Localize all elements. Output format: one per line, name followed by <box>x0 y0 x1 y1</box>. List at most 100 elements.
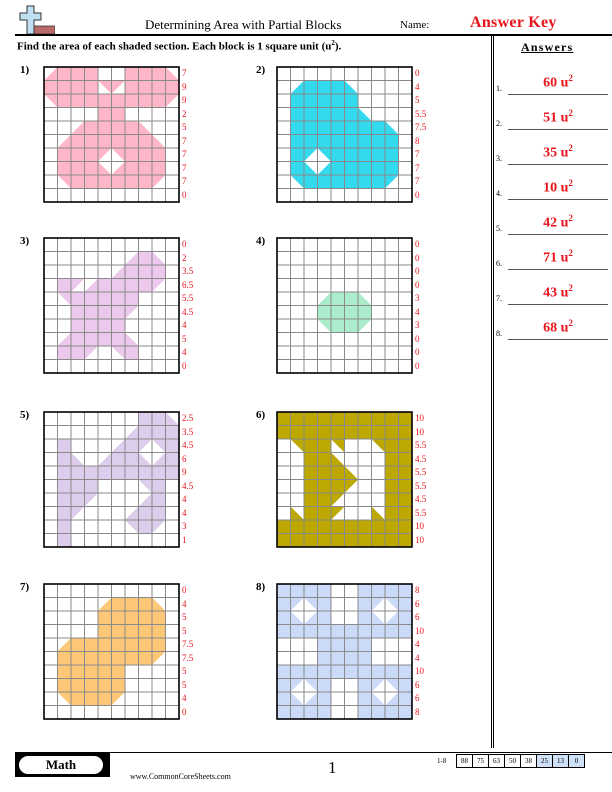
shaded-cell <box>71 292 85 306</box>
shaded-cell <box>317 597 331 611</box>
shaded-cell <box>385 425 399 439</box>
shaded-cell <box>290 425 304 439</box>
shaded-cell <box>98 466 112 480</box>
shaded-cell <box>344 412 358 426</box>
shaded-cell <box>304 134 318 148</box>
area-grid <box>43 583 180 720</box>
answer-value[interactable]: 42 u2 <box>508 213 608 232</box>
shaded-cell <box>125 651 139 665</box>
shaded-cell <box>290 121 304 135</box>
shaded-cell <box>304 466 318 480</box>
shaded-cell <box>71 278 85 292</box>
shaded-cell <box>111 638 125 652</box>
shaded-cell <box>98 161 112 175</box>
shaded-cell <box>71 638 85 652</box>
shaded-cell <box>57 651 71 665</box>
answer-value[interactable]: 35 u2 <box>508 143 608 162</box>
shaded-cell <box>304 425 318 439</box>
shaded-cell <box>84 175 98 189</box>
shaded-cell <box>71 692 85 706</box>
row-sum: 5 <box>182 122 187 132</box>
shaded-cell <box>152 466 166 480</box>
shaded-cell <box>344 134 358 148</box>
shaded-cell <box>138 67 152 81</box>
shaded-cell <box>317 678 331 692</box>
shaded-cell <box>71 665 85 679</box>
answer-value-text: 68 <box>543 321 558 336</box>
shaded-cell <box>125 121 139 135</box>
row-sum: 6 <box>415 693 420 703</box>
shaded-cell <box>385 161 399 175</box>
answer-value-text: 43 <box>543 286 558 301</box>
row-sum: 4.5 <box>415 453 427 464</box>
answer-value[interactable]: 60 u2 <box>508 73 608 92</box>
shaded-cell <box>138 161 152 175</box>
row-sum: 2 <box>182 252 187 263</box>
shaded-cell <box>165 439 179 453</box>
shaded-cell <box>111 292 125 306</box>
instructions-tail: ). <box>334 40 342 53</box>
shaded-cell <box>371 705 385 719</box>
answer-number: 3. <box>496 154 502 163</box>
shaded-cell <box>98 678 112 692</box>
shaded-cell <box>84 292 98 306</box>
score-cell: 88 <box>456 754 473 768</box>
site-link[interactable]: www.CommonCoreSheets.com <box>130 772 231 781</box>
answer-value[interactable]: 68 u2 <box>508 318 608 337</box>
shaded-cell <box>371 520 385 534</box>
shaded-cell <box>317 651 331 665</box>
shaded-cell <box>331 493 345 507</box>
shaded-cell <box>290 692 304 706</box>
shaded-cell <box>358 678 372 692</box>
answer-value[interactable]: 10 u2 <box>508 178 608 197</box>
score-cell: 63 <box>488 754 505 768</box>
shaded-cell <box>111 692 125 706</box>
shaded-cell <box>71 466 85 480</box>
shaded-cell <box>331 175 345 189</box>
row-sum: 0 <box>415 252 420 263</box>
shaded-cell <box>358 148 372 162</box>
shaded-cell <box>331 520 345 534</box>
shaded-cell <box>304 584 318 598</box>
name-value[interactable]: Answer Key <box>470 14 557 32</box>
shaded-cell <box>304 597 318 611</box>
shaded-cell <box>385 466 399 480</box>
shaded-cell <box>111 175 125 189</box>
answer-unit-exp: 2 <box>568 178 573 189</box>
row-sum: 2.5 <box>182 413 194 423</box>
answer-value[interactable]: 43 u2 <box>508 283 608 302</box>
row-sum: 9 <box>182 467 187 477</box>
answer-row: 1. 60 u2 <box>496 71 608 95</box>
shaded-cell <box>290 624 304 638</box>
answer-value[interactable]: 71 u2 <box>508 248 608 267</box>
shaded-cell <box>344 107 358 121</box>
shaded-cell <box>385 175 399 189</box>
shaded-cell <box>290 148 304 162</box>
shaded-cell <box>165 466 179 480</box>
row-sum: 7.5 <box>182 652 194 663</box>
shaded-cell <box>371 533 385 547</box>
shaded-cell <box>371 412 385 426</box>
answer-value[interactable]: 51 u2 <box>508 108 608 127</box>
shaded-cell <box>344 638 358 652</box>
shaded-cell <box>152 611 166 625</box>
shaded-cell <box>385 412 399 426</box>
shaded-cell <box>304 107 318 121</box>
row-sum: 0 <box>415 333 420 344</box>
shaded-cell <box>98 134 112 148</box>
row-sum: 0 <box>182 239 187 249</box>
shaded-cell <box>57 278 71 292</box>
shaded-cell <box>304 121 318 135</box>
page-number: 1 <box>328 758 337 777</box>
shaded-cell <box>358 638 372 652</box>
shaded-cell <box>152 148 166 162</box>
area-grid <box>276 66 413 203</box>
shaded-cell <box>84 638 98 652</box>
shaded-cell <box>398 705 412 719</box>
shaded-cell <box>331 94 345 108</box>
shaded-cell <box>152 265 166 279</box>
answer-unit-exp: 2 <box>568 213 573 224</box>
shaded-cell <box>290 520 304 534</box>
answer-row: 4. 10 u2 <box>496 176 608 200</box>
shaded-cell <box>371 665 385 679</box>
